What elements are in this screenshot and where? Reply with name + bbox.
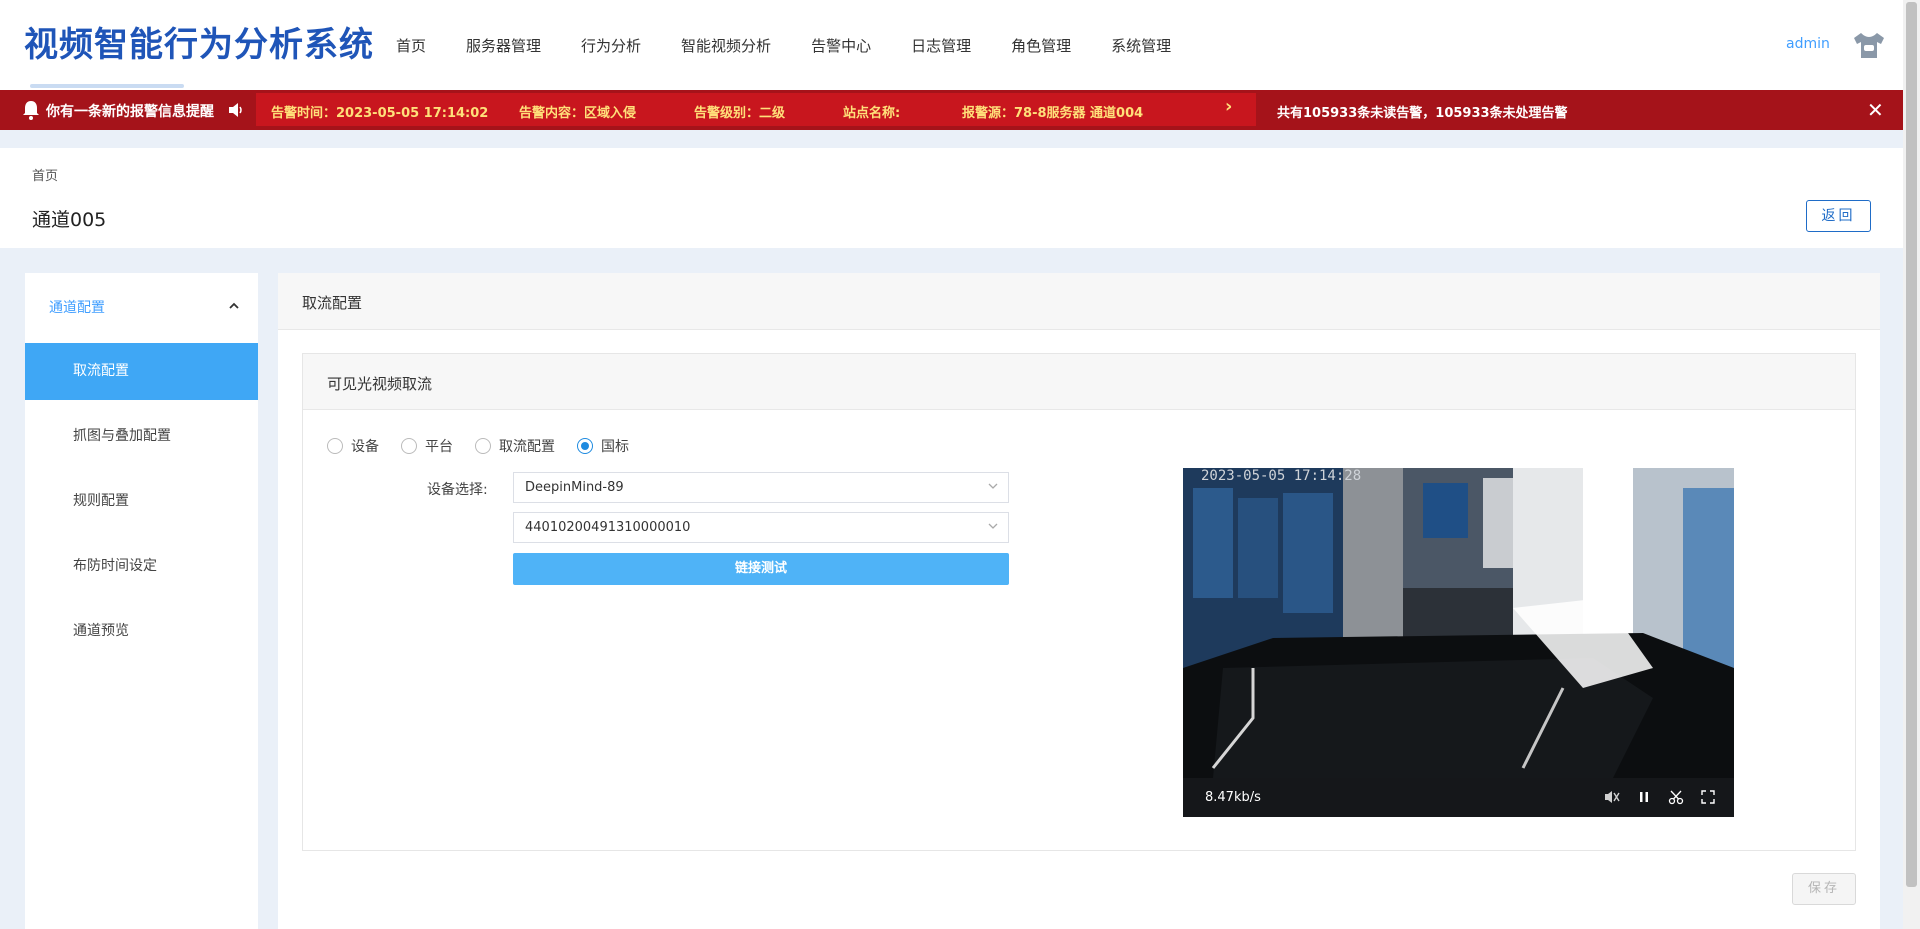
top-header: 视频智能行为分析系统 首页 服务器管理 行为分析 智能视频分析 告警中心 日志管… (0, 0, 1903, 90)
mute-icon[interactable] (1604, 789, 1620, 805)
breadcrumb[interactable]: 首页 (32, 165, 58, 184)
device-select[interactable]: DeepinMind-89 (513, 472, 1009, 503)
card-header: 可见光视频取流 (303, 354, 1855, 410)
device-select-value: DeepinMind-89 (525, 480, 624, 495)
nav-item-behavior[interactable]: 行为分析 (561, 36, 661, 56)
radio-platform[interactable]: 平台 (401, 436, 453, 456)
sidebar-item-rules[interactable]: 规则配置 (25, 473, 258, 530)
user-avatar-icon[interactable] (1852, 30, 1886, 60)
nav-item-logs[interactable]: 日志管理 (891, 36, 991, 56)
radio-label: 取流配置 (499, 439, 555, 455)
chevron-up-icon (229, 302, 239, 309)
radio-dot (401, 438, 417, 454)
pause-icon[interactable] (1636, 789, 1652, 805)
alarm-banner: 你有一条新的报警信息提醒 告警时间：2023-05-05 17:14:02 告警… (0, 90, 1903, 130)
sidebar-group-label: 通道配置 (49, 300, 105, 316)
logo-underline (30, 84, 184, 88)
link-test-button[interactable]: 链接测试 (513, 553, 1009, 585)
radio-device[interactable]: 设备 (327, 436, 379, 456)
radio-label: 国标 (601, 439, 629, 455)
radio-dot (475, 438, 491, 454)
alarm-time: 告警时间：2023-05-05 17:14:02 (271, 106, 489, 121)
video-bitrate: 8.47kb/s (1205, 790, 1261, 805)
sidebar-item-stream-config[interactable]: 取流配置 (25, 343, 258, 400)
nav-item-system[interactable]: 系统管理 (1091, 36, 1191, 56)
nav-item-server[interactable]: 服务器管理 (446, 36, 561, 56)
chevron-down-icon (988, 523, 998, 529)
main-panel: 取流配置 可见光视频取流 设备 平台 取流配置 国标 设备选择: DeepinM… (278, 273, 1880, 929)
stream-card: 可见光视频取流 设备 平台 取流配置 国标 设备选择: DeepinMind-8… (302, 353, 1856, 851)
alarm-content: 告警内容：区域入侵 (519, 106, 637, 121)
sidebar-item-snapshot-overlay[interactable]: 抓图与叠加配置 (25, 408, 258, 465)
nav-item-home[interactable]: 首页 (376, 36, 446, 56)
sidebar-item-arming-schedule[interactable]: 布防时间设定 (25, 538, 258, 595)
video-timestamp: 2023-05-05 17:14:28 (1201, 468, 1362, 484)
config-sidebar: 通道配置 取流配置 抓图与叠加配置 规则配置 布防时间设定 通道预览 (25, 273, 258, 929)
fullscreen-icon[interactable] (1700, 789, 1716, 805)
alarm-detail-panel[interactable]: 告警时间：2023-05-05 17:14:02 告警内容：区域入侵 告警级别：… (256, 93, 1256, 126)
bell-icon (23, 101, 39, 120)
close-icon[interactable]: ✕ (1867, 98, 1884, 122)
page-header: 首页 通道005 返回 (0, 148, 1903, 248)
video-frame (1183, 468, 1734, 778)
alarm-source: 报警源：78-8服务器 通道004 (962, 106, 1144, 121)
sidebar-item-preview[interactable]: 通道预览 (25, 603, 258, 660)
source-radio-group: 设备 平台 取流配置 国标 (327, 436, 651, 456)
alarm-level: 告警级别：二级 (694, 106, 786, 121)
main-nav: 首页 服务器管理 行为分析 智能视频分析 告警中心 日志管理 角色管理 系统管理 (376, 36, 1191, 56)
chevron-right-icon[interactable]: › (1225, 96, 1232, 117)
back-button[interactable]: 返回 (1806, 200, 1871, 232)
channel-select-value: 44010200491310000010 (525, 520, 691, 535)
radio-label: 平台 (425, 439, 453, 455)
radio-stream-config[interactable]: 取流配置 (475, 436, 555, 456)
sidebar-group-channel-config[interactable]: 通道配置 (25, 273, 258, 339)
app-logo-title: 视频智能行为分析系统 (24, 25, 374, 65)
nav-item-roles[interactable]: 角色管理 (991, 36, 1091, 56)
scissors-icon[interactable] (1668, 789, 1684, 805)
nav-item-alarm-center[interactable]: 告警中心 (791, 36, 891, 56)
chevron-down-icon (988, 483, 998, 489)
radio-dot (577, 438, 593, 454)
device-select-label: 设备选择: (427, 482, 488, 498)
radio-dot (327, 438, 343, 454)
alarm-notice-text: 你有一条新的报警信息提醒 (46, 104, 214, 120)
speaker-icon[interactable] (227, 101, 245, 119)
page-title: 通道005 (32, 209, 107, 231)
section-title: 取流配置 (302, 294, 363, 312)
alarm-summary: 共有105933条未读告警，105933条未处理告警 (1277, 106, 1568, 121)
radio-label: 设备 (351, 439, 379, 455)
scrollbar-thumb[interactable] (1906, 2, 1917, 887)
save-button[interactable]: 保存 (1792, 873, 1856, 905)
username-link[interactable]: admin (1786, 36, 1830, 52)
nav-item-video-analysis[interactable]: 智能视频分析 (661, 36, 791, 56)
section-header: 取流配置 (278, 273, 1880, 330)
radio-gb-standard[interactable]: 国标 (577, 436, 629, 456)
video-control-bar: 8.47kb/s (1183, 778, 1734, 817)
alarm-site: 站点名称: (843, 106, 901, 121)
video-player[interactable]: 2023-05-05 17:14:28 8.47kb/s (1183, 468, 1734, 817)
channel-select[interactable]: 44010200491310000010 (513, 512, 1009, 543)
card-title: 可见光视频取流 (327, 375, 433, 393)
